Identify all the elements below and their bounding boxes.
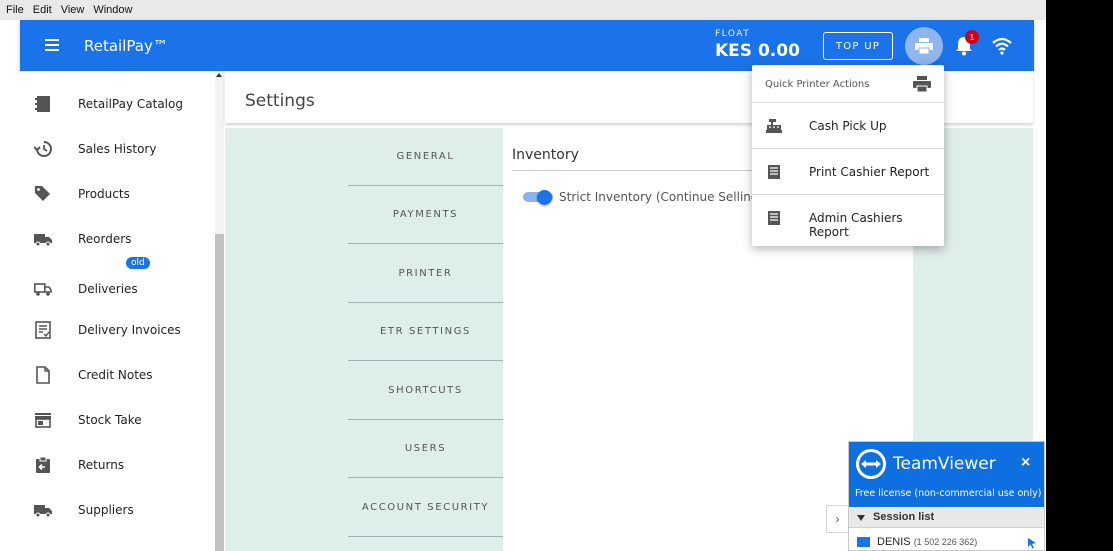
truck-icon: [34, 234, 52, 247]
float-label: FLOAT: [715, 29, 751, 39]
menu-item-admin-cashiers-report[interactable]: Admin Cashiers Report: [752, 196, 944, 241]
teamviewer-logo-icon: [856, 449, 886, 479]
sidebar-item-stock-take[interactable]: Stock Take: [20, 400, 215, 440]
menu-item-cash-pick-up[interactable]: Cash Pick Up: [752, 104, 944, 149]
wifi-icon: [992, 37, 1012, 55]
session-id: (1 502 226 362): [913, 537, 978, 547]
sidebar-item-label: RetailPay Catalog: [78, 97, 183, 111]
session-label: DENIS (1 502 226 362): [877, 536, 977, 548]
session-row[interactable]: DENIS (1 502 226 362): [849, 534, 1044, 551]
tab-account-security[interactable]: ACCOUNT SECURITY: [348, 479, 503, 537]
app-bar: RetailPay™ FLOAT KES 0.00 TOP UP 1: [20, 20, 1034, 71]
teamviewer-panel: TeamViewer × Free license (non-commercia…: [848, 441, 1045, 551]
supplier-icon: [34, 505, 52, 518]
printer-button[interactable]: [905, 27, 943, 65]
sidebar-item-deliveries[interactable]: Deliveries old: [20, 257, 215, 309]
menu-title: Quick Printer Actions: [765, 79, 870, 90]
menu-header: Quick Printer Actions: [752, 65, 944, 103]
sidebar-item-label: Returns: [78, 458, 125, 472]
strict-inventory-toggle[interactable]: [523, 190, 553, 205]
desktop-background: [1046, 0, 1113, 551]
report-icon: [768, 165, 780, 179]
sidebar-item-delivery-invoices[interactable]: Delivery Invoices: [20, 310, 215, 350]
monitor-icon: [857, 537, 870, 547]
page-title: Settings: [245, 91, 315, 111]
close-icon[interactable]: ×: [1021, 454, 1030, 472]
window-left-margin: [0, 20, 20, 551]
app-brand: RetailPay™: [84, 37, 168, 55]
hamburger-menu-icon[interactable]: [45, 39, 59, 51]
session-name: DENIS: [877, 536, 911, 548]
sidebar-item-label: Reorders: [78, 232, 132, 246]
menu-item-label: Admin Cashiers Report: [809, 211, 903, 239]
collapse-triangle-icon: [857, 515, 865, 521]
session-list-title: Session list: [873, 511, 935, 523]
printer-icon: [913, 76, 931, 92]
tab-general[interactable]: GENERAL: [348, 128, 503, 186]
printer-icon: [915, 38, 933, 54]
store-icon: [35, 413, 51, 428]
settings-tabs: GENERAL PAYMENTS PRINTER ETR SETTINGS SH…: [348, 128, 503, 551]
license-text: Free license (non-commercial use only): [855, 488, 1042, 499]
sidebar-item-sales-history[interactable]: Sales History: [20, 129, 215, 169]
invoice-icon: [35, 321, 51, 339]
menu-window[interactable]: Window: [93, 4, 132, 16]
cash-register-icon: [766, 119, 782, 133]
returns-icon: [36, 456, 50, 473]
sidebar-item-returns[interactable]: Returns: [20, 445, 215, 485]
delivery-truck-icon: [34, 283, 52, 296]
catalog-icon: [35, 96, 50, 112]
menu-item-print-cashier-report[interactable]: Print Cashier Report: [752, 150, 944, 195]
tab-users[interactable]: USERS: [348, 420, 503, 478]
sidebar-item-products[interactable]: Products: [20, 174, 215, 214]
sidebar-item-label: Credit Notes: [78, 368, 153, 382]
old-badge: old: [126, 257, 150, 269]
teamviewer-header: TeamViewer × Free license (non-commercia…: [849, 442, 1044, 507]
menu-file[interactable]: File: [6, 4, 24, 16]
cursor-icon: [1028, 538, 1036, 549]
report-icon: [768, 211, 780, 225]
menu-view[interactable]: View: [61, 4, 85, 16]
tag-icon: [35, 186, 50, 201]
sidebar-item-label: Stock Take: [78, 413, 142, 427]
menu-item-label: Print Cashier Report: [809, 165, 930, 179]
os-menubar: File Edit View Window: [0, 0, 1046, 20]
printer-actions-menu: Quick Printer Actions Cash Pick Up Print…: [752, 65, 944, 246]
tab-etr-settings[interactable]: ETR SETTINGS: [348, 303, 503, 361]
notification-badge: 1: [965, 30, 979, 44]
tab-payments[interactable]: PAYMENTS: [348, 186, 503, 244]
note-icon: [36, 366, 50, 384]
menu-edit[interactable]: Edit: [33, 4, 52, 16]
toggle-knob: [537, 190, 552, 205]
sidebar-item-label: Delivery Invoices: [78, 323, 181, 337]
teamviewer-collapse-button[interactable]: ›: [826, 505, 848, 533]
scroll-up-arrow-icon[interactable]: [216, 73, 222, 77]
tab-shortcuts[interactable]: SHORTCUTS: [348, 362, 503, 420]
sidebar-item-retailpay-catalog[interactable]: RetailPay Catalog: [20, 84, 215, 124]
sidebar-scrollbar-thumb[interactable]: [215, 234, 224, 551]
float-value: KES 0.00: [715, 41, 800, 61]
top-up-button[interactable]: TOP UP: [823, 32, 893, 60]
panel-title: Inventory: [512, 147, 579, 163]
sidebar-item-suppliers[interactable]: Suppliers: [20, 490, 215, 530]
session-list-header[interactable]: Session list: [849, 508, 1044, 528]
sidebar-item-reorders[interactable]: Reorders: [20, 219, 215, 259]
tab-printer[interactable]: PRINTER: [348, 245, 503, 303]
sidebar-item-label: Sales History: [78, 142, 157, 156]
sidebar-item-label: Deliveries: [78, 282, 138, 296]
sidebar-item-label: Suppliers: [78, 503, 134, 517]
menu-item-label: Cash Pick Up: [809, 119, 887, 133]
sidebar: RetailPay Catalog Sales History Products…: [20, 71, 224, 551]
sidebar-item-credit-notes[interactable]: Credit Notes: [20, 355, 215, 395]
sidebar-item-label: Products: [78, 187, 130, 201]
teamviewer-title: TeamViewer: [893, 454, 996, 474]
history-icon: [34, 141, 52, 157]
